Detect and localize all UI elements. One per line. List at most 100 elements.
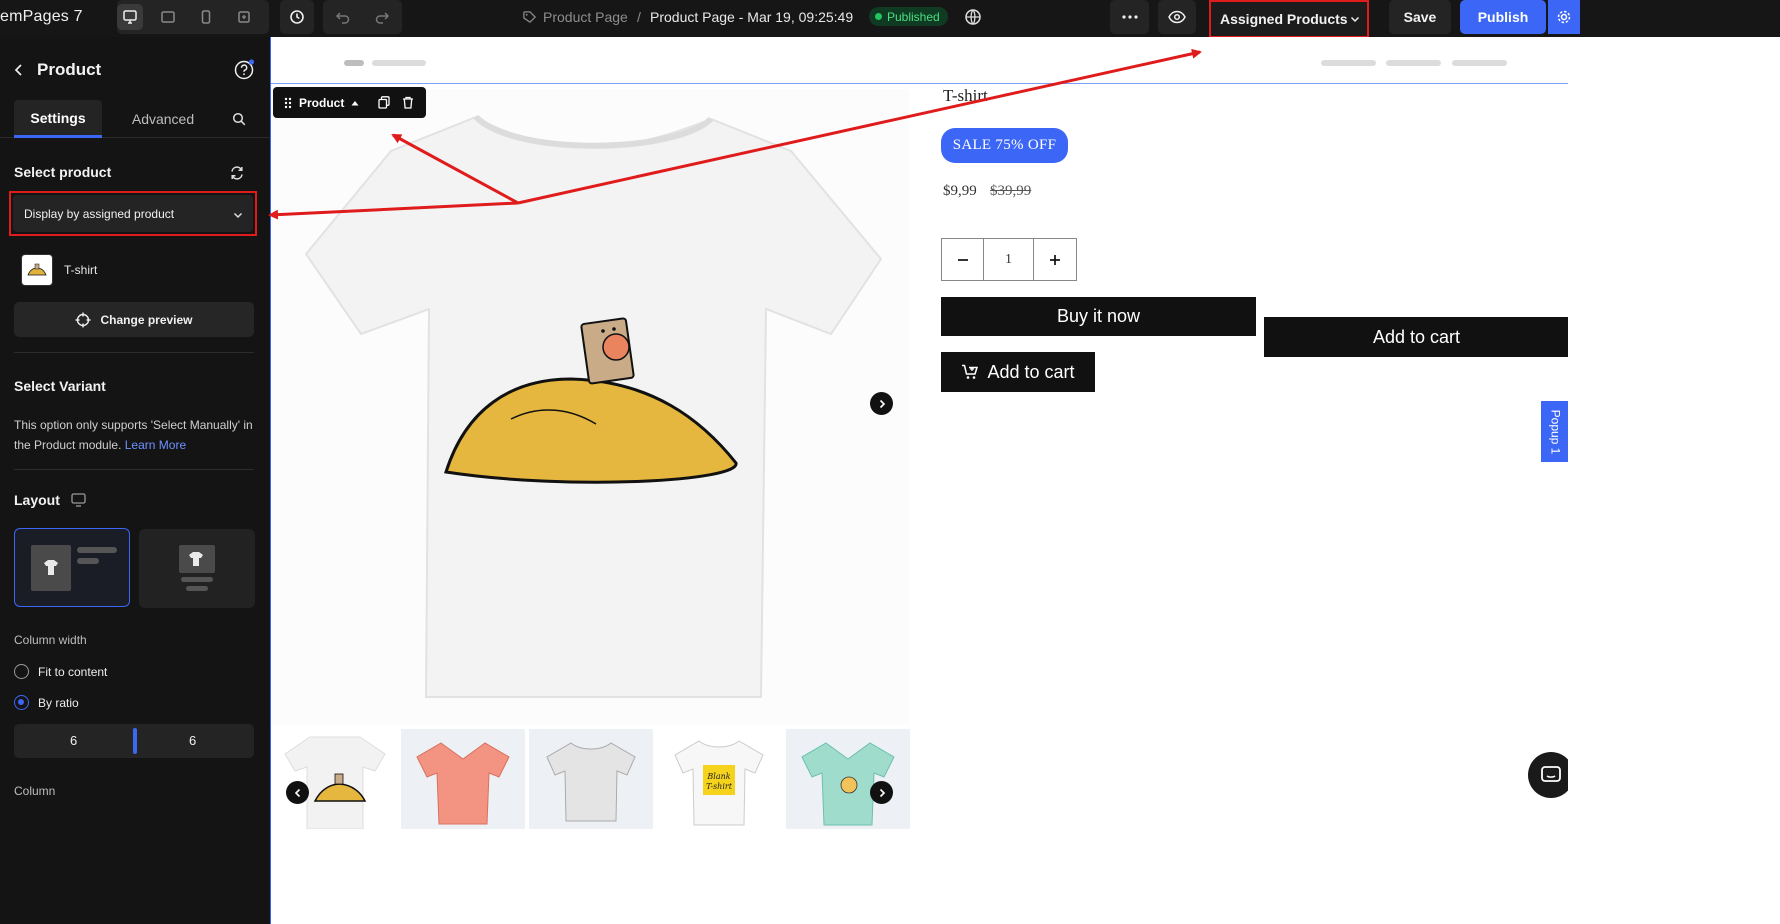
gallery-thumbnail[interactable]: [529, 729, 653, 829]
more-icon: [1121, 15, 1138, 19]
preview-button[interactable]: [1158, 0, 1196, 34]
trash-icon[interactable]: [402, 96, 414, 109]
publish-button[interactable]: Publish: [1460, 0, 1546, 34]
brand-name: emPages 7: [0, 8, 83, 25]
crosshair-icon: [75, 312, 91, 327]
quantity-decrease-button[interactable]: [942, 239, 984, 280]
sync-icon[interactable]: [229, 165, 245, 181]
column-label: Column: [14, 784, 56, 798]
learn-more-link[interactable]: Learn More: [125, 438, 186, 452]
page-title[interactable]: Product Page - Mar 19, 09:25:49: [650, 9, 853, 25]
header-skeleton: [1321, 60, 1376, 66]
duplicate-icon[interactable]: [378, 96, 390, 109]
divider: [14, 352, 254, 353]
layout-option-horizontal[interactable]: [14, 528, 130, 607]
header-skeleton: [1452, 60, 1507, 66]
desktop-icon: [71, 493, 86, 507]
change-preview-button[interactable]: Change preview: [14, 302, 254, 337]
compare-at-price: $39,99: [990, 183, 1032, 199]
ratio-left-value: 6: [70, 733, 78, 748]
assigned-products-dropdown[interactable]: Assigned Products: [1209, 0, 1369, 38]
history-button[interactable]: [280, 0, 314, 34]
back-arrow-icon[interactable]: [13, 63, 25, 77]
chat-icon: [1541, 766, 1561, 782]
radio-button-selected[interactable]: [14, 695, 29, 710]
mobile-device-button[interactable]: [193, 4, 219, 30]
top-bar: emPages 7 Product Page / Product Page - …: [0, 0, 1780, 38]
mobile-icon: [201, 10, 211, 24]
product-source-select[interactable]: Display by assigned product: [9, 191, 257, 236]
chevron-right-icon: [879, 399, 885, 408]
product-thumbnail: [21, 254, 53, 286]
settings-sidebar: Product Settings Advanced Select product…: [0, 37, 270, 924]
select-product-title: Select product: [14, 164, 112, 180]
header-skeleton: [1386, 60, 1441, 66]
mint-tshirt-image: [801, 742, 895, 826]
selected-product-row[interactable]: T-shirt: [21, 254, 97, 286]
svg-text:T-shirt: T-shirt: [706, 782, 733, 791]
ratio-drag-handle[interactable]: [133, 728, 137, 754]
change-preview-label: Change preview: [100, 312, 193, 327]
product-element-toolbar: Product: [273, 87, 426, 118]
layout-option-vertical[interactable]: [139, 529, 255, 608]
thumbnail-next-button[interactable]: [870, 781, 893, 804]
desktop-icon: [123, 10, 137, 24]
select-variant-title: Select Variant: [14, 378, 106, 394]
editor-canvas: Blank T-shirt Product T-shirt SALE 75% OF…: [270, 37, 1568, 924]
globe-icon[interactable]: [964, 8, 982, 26]
drag-handle-icon[interactable]: [284, 97, 292, 109]
caret-up-icon[interactable]: [351, 100, 359, 106]
assigned-products-label: Assigned Products: [1220, 11, 1348, 27]
ratio-right-value: 6: [189, 733, 197, 748]
breadcrumb-parent[interactable]: Product Page: [543, 9, 628, 25]
product-main-image[interactable]: [271, 89, 909, 725]
undo-icon[interactable]: [335, 9, 351, 25]
search-icon[interactable]: [232, 112, 246, 126]
gallery-thumbnail[interactable]: [786, 729, 910, 829]
publish-settings-button[interactable]: [1548, 0, 1580, 34]
layout-title: Layout: [14, 492, 60, 508]
divider: [14, 469, 254, 470]
gallery-thumbnail[interactable]: Blank T-shirt: [657, 729, 781, 829]
desktop-device-button[interactable]: [117, 4, 143, 30]
quantity-input[interactable]: 1: [984, 239, 1034, 280]
tshirt-thumbnail-image: [27, 263, 47, 276]
redo-icon[interactable]: [374, 9, 390, 25]
undo-redo-group: [323, 0, 402, 34]
tab-advanced[interactable]: Advanced: [120, 100, 206, 138]
gallery-thumbnail[interactable]: [401, 729, 525, 829]
add-to-cart-button[interactable]: Add to cart: [941, 352, 1095, 392]
thumbnail-prev-button[interactable]: [286, 781, 309, 804]
radio-ratio-label: By ratio: [38, 695, 79, 710]
quantity-increase-button[interactable]: [1034, 239, 1076, 280]
radio-fit-to-content[interactable]: Fit to content: [14, 664, 107, 679]
save-button[interactable]: Save: [1389, 0, 1451, 34]
laptop-icon: [161, 11, 175, 23]
element-name-label[interactable]: Product: [299, 96, 344, 110]
status-badge: Published: [869, 7, 948, 26]
page-root: emPages 7 Product Page / Product Page - …: [0, 0, 1780, 924]
popup-tab-label: Popup 1: [1548, 409, 1562, 454]
buy-it-now-button[interactable]: Buy it now: [941, 297, 1256, 336]
clock-icon: [290, 10, 304, 24]
custom-device-button[interactable]: [231, 4, 257, 30]
selected-product-name: T-shirt: [64, 263, 98, 277]
layout-vertical-icon: [179, 545, 215, 591]
laptop-device-button[interactable]: [155, 4, 181, 30]
chat-launcher-button[interactable]: [1528, 752, 1568, 798]
more-options-button[interactable]: [1110, 0, 1149, 34]
eye-icon: [1168, 10, 1186, 24]
column-ratio-slider[interactable]: 6 6: [14, 724, 254, 758]
add-to-cart-button-secondary[interactable]: Add to cart: [1264, 317, 1568, 357]
radio-button[interactable]: [14, 664, 29, 679]
radio-by-ratio[interactable]: By ratio: [14, 695, 79, 710]
gallery-thumbnail[interactable]: [275, 729, 399, 829]
help-icon[interactable]: [234, 59, 255, 80]
product-source-value: Display by assigned product: [24, 206, 175, 221]
popup-trigger-tab[interactable]: Popup 1: [1541, 401, 1568, 462]
tshirt-thumbnail-image: [284, 736, 386, 829]
tab-settings[interactable]: Settings: [14, 100, 102, 138]
product-title: T-shirt: [943, 86, 988, 105]
image-next-button[interactable]: [870, 392, 893, 415]
breadcrumb-separator: /: [637, 9, 641, 25]
